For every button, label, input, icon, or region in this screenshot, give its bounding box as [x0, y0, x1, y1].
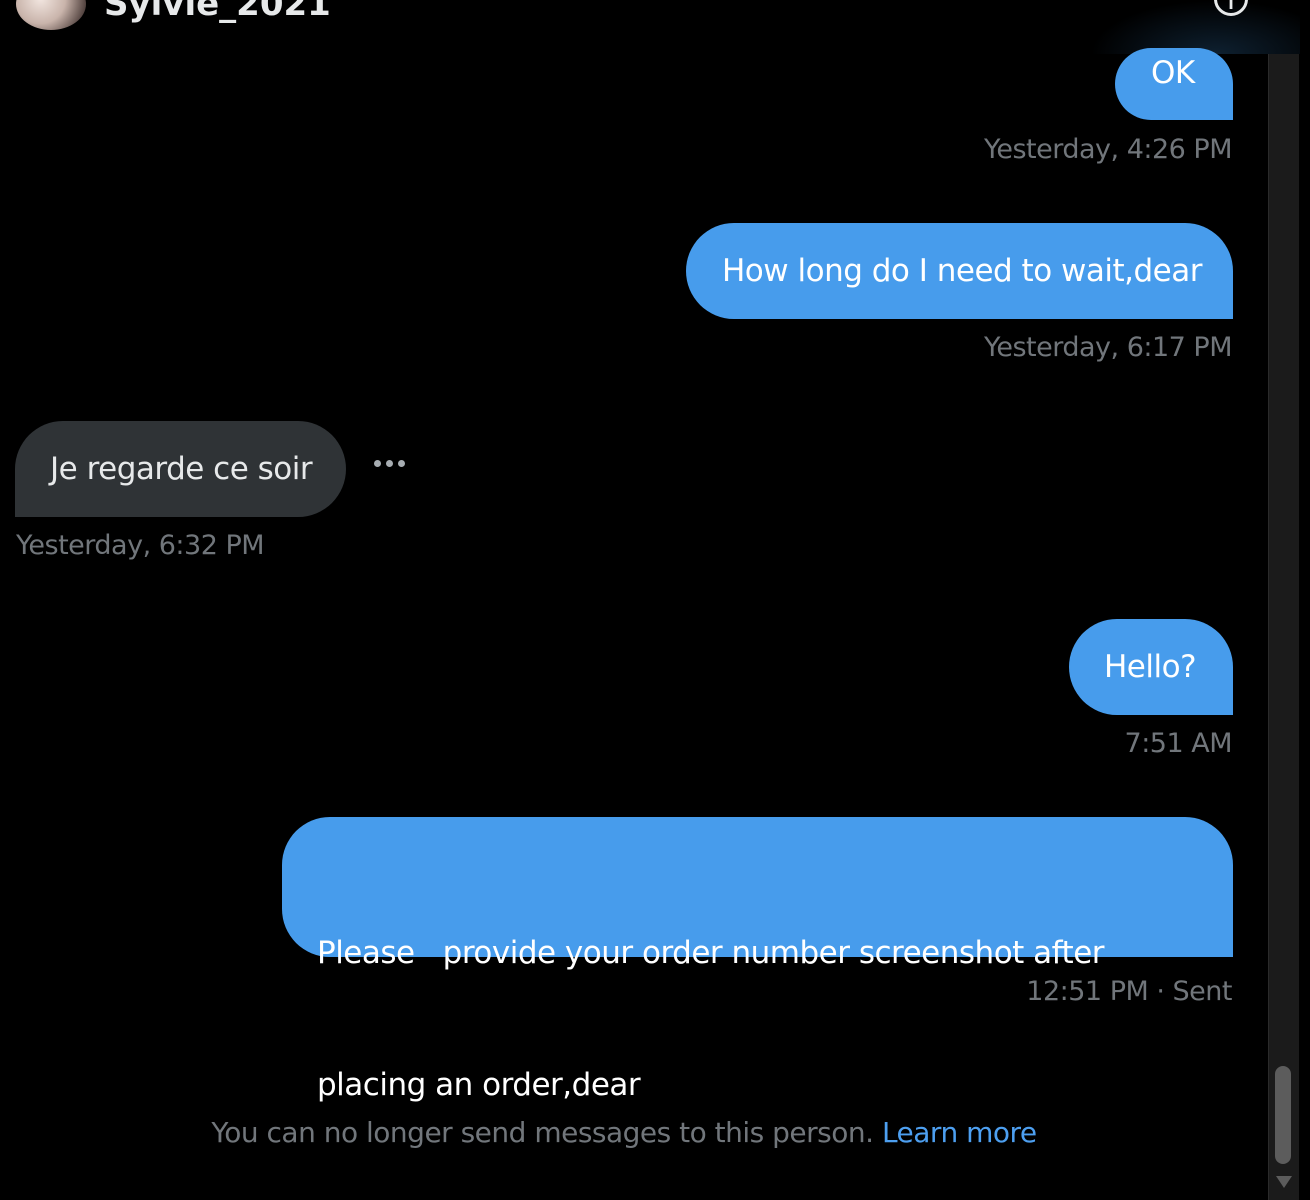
message-text-line-1: Please provide your order number screens… — [317, 935, 1105, 971]
message-timestamp: Yesterday, 4:26 PM — [983, 134, 1233, 165]
sent-message-bubble[interactable]: OK — [1115, 48, 1233, 120]
dot — [374, 460, 381, 467]
message-text: Hello? — [1104, 649, 1197, 685]
message-text: Je regarde ce soir — [50, 451, 313, 487]
notice-text: You can no longer send messages to this … — [211, 1116, 874, 1149]
sent-message-bubble[interactable]: Hello? — [1069, 619, 1233, 715]
dot — [386, 460, 393, 467]
scroll-down-arrow-icon[interactable] — [1276, 1176, 1292, 1188]
scrollbar-thumb[interactable] — [1275, 1066, 1291, 1164]
more-options-icon[interactable] — [374, 460, 405, 467]
sent-message-bubble[interactable]: How long do I need to wait,dear — [686, 223, 1233, 319]
message-text: OK — [1151, 55, 1195, 91]
message-text: How long do I need to wait,dear — [722, 253, 1203, 289]
message-timestamp: 12:51 PM — [1026, 976, 1149, 1007]
message-status: Sent — [1172, 976, 1233, 1007]
dot — [398, 460, 405, 467]
message-timestamp-status: 12:51 PM · Sent — [1026, 976, 1232, 1007]
separator-dot: · — [1156, 976, 1173, 1007]
message-timestamp: Yesterday, 6:17 PM — [983, 332, 1233, 363]
messaging-disabled-notice: You can no longer send messages to this … — [0, 1116, 1248, 1149]
avatar[interactable] — [16, 0, 86, 30]
sent-message-bubble[interactable]: Please provide your order number screens… — [282, 817, 1233, 1103]
message-timestamp: 7:51 AM — [1124, 728, 1233, 759]
received-message-bubble[interactable]: Je regarde ce soir — [15, 421, 346, 517]
conversation-username[interactable]: Sylvie_2021 — [104, 0, 331, 24]
scrollbar[interactable] — [1268, 54, 1299, 1200]
conversation-header: Sylvie_2021 i — [0, 0, 1300, 54]
message-text-line-2: placing an order,dear — [317, 1067, 641, 1103]
header-glow — [1090, 0, 1300, 54]
message-timestamp: Yesterday, 6:32 PM — [16, 530, 265, 561]
learn-more-link[interactable]: Learn more — [882, 1116, 1037, 1149]
